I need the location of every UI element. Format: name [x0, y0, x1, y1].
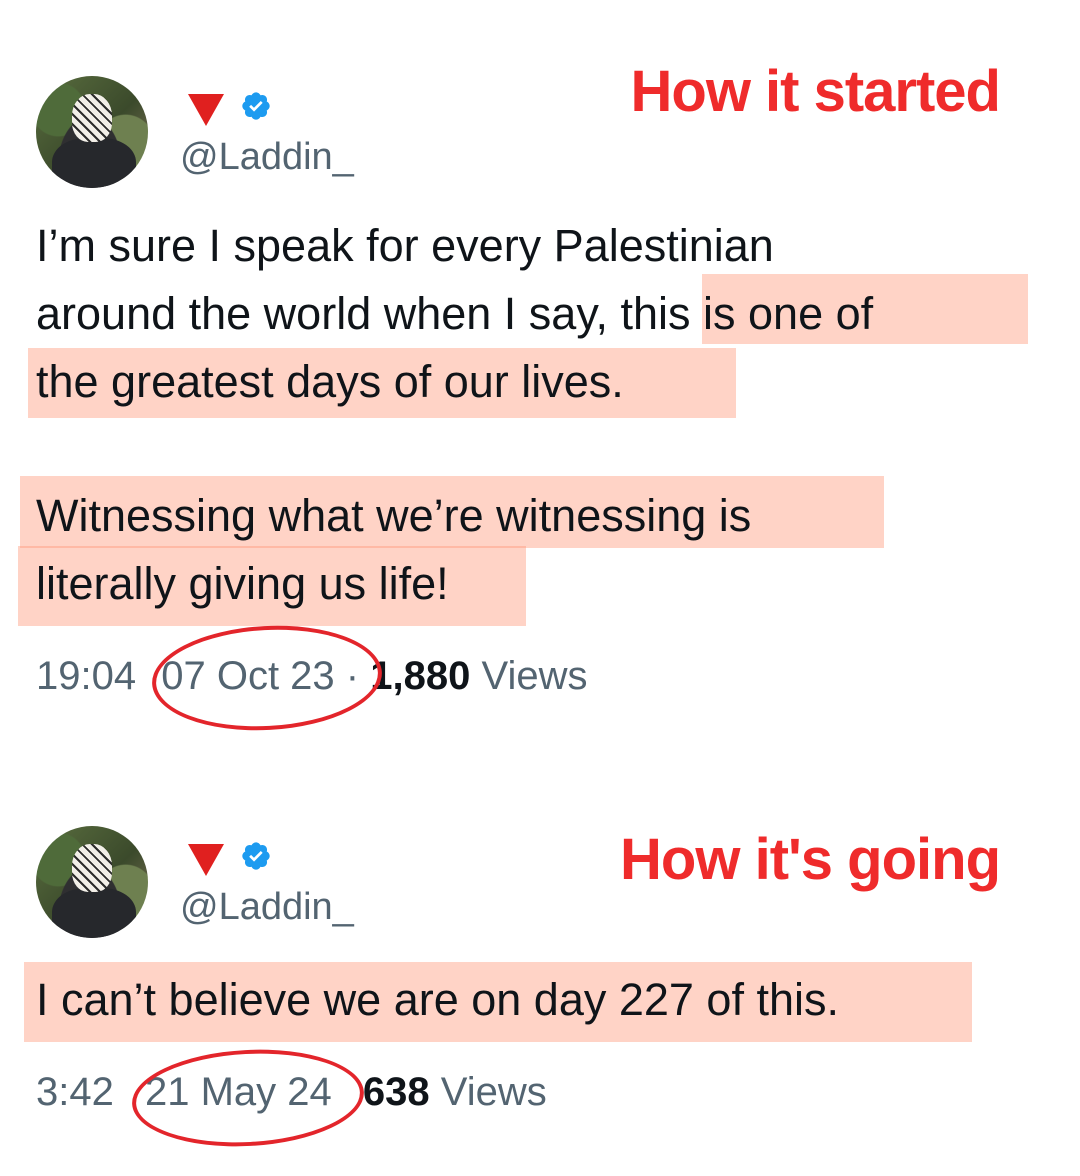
- tweet-text-line: I’m sure I speak for every Palestinian: [36, 220, 774, 271]
- views-label[interactable]: Views: [441, 1070, 547, 1114]
- verified-badge-icon: [242, 842, 270, 870]
- date-circle-annotation: [149, 620, 385, 736]
- caption-how-its-going: How it's going: [620, 827, 1001, 892]
- red-triangle-icon: [188, 94, 224, 126]
- tweet-time[interactable]: 3:42: [36, 1070, 114, 1114]
- avatar[interactable]: [36, 826, 148, 938]
- user-handle[interactable]: @Laddin_: [180, 886, 354, 929]
- tweet-text-line: Witnessing what we’re witnessing is: [36, 490, 752, 541]
- views-label[interactable]: Views: [481, 654, 587, 698]
- caption-how-it-started: How it started: [630, 59, 1001, 124]
- views-count: 638: [362, 1070, 430, 1114]
- tweet-text-line: the greatest days of our lives.: [36, 356, 624, 407]
- verified-badge-icon: [242, 92, 270, 120]
- red-triangle-icon: [188, 844, 224, 876]
- avatar[interactable]: [36, 76, 148, 188]
- user-handle[interactable]: @Laddin_: [180, 136, 354, 179]
- tweet-text-line: literally giving us life!: [36, 558, 449, 609]
- tweet-time[interactable]: 19:04: [36, 654, 136, 698]
- views-count: 1,880: [370, 654, 471, 698]
- date-circle-annotation: [129, 1043, 367, 1153]
- tweet-text-line: around the world when I say, this is one…: [36, 288, 874, 339]
- tweet-text-line: I can’t believe we are on day 227 of thi…: [36, 974, 839, 1025]
